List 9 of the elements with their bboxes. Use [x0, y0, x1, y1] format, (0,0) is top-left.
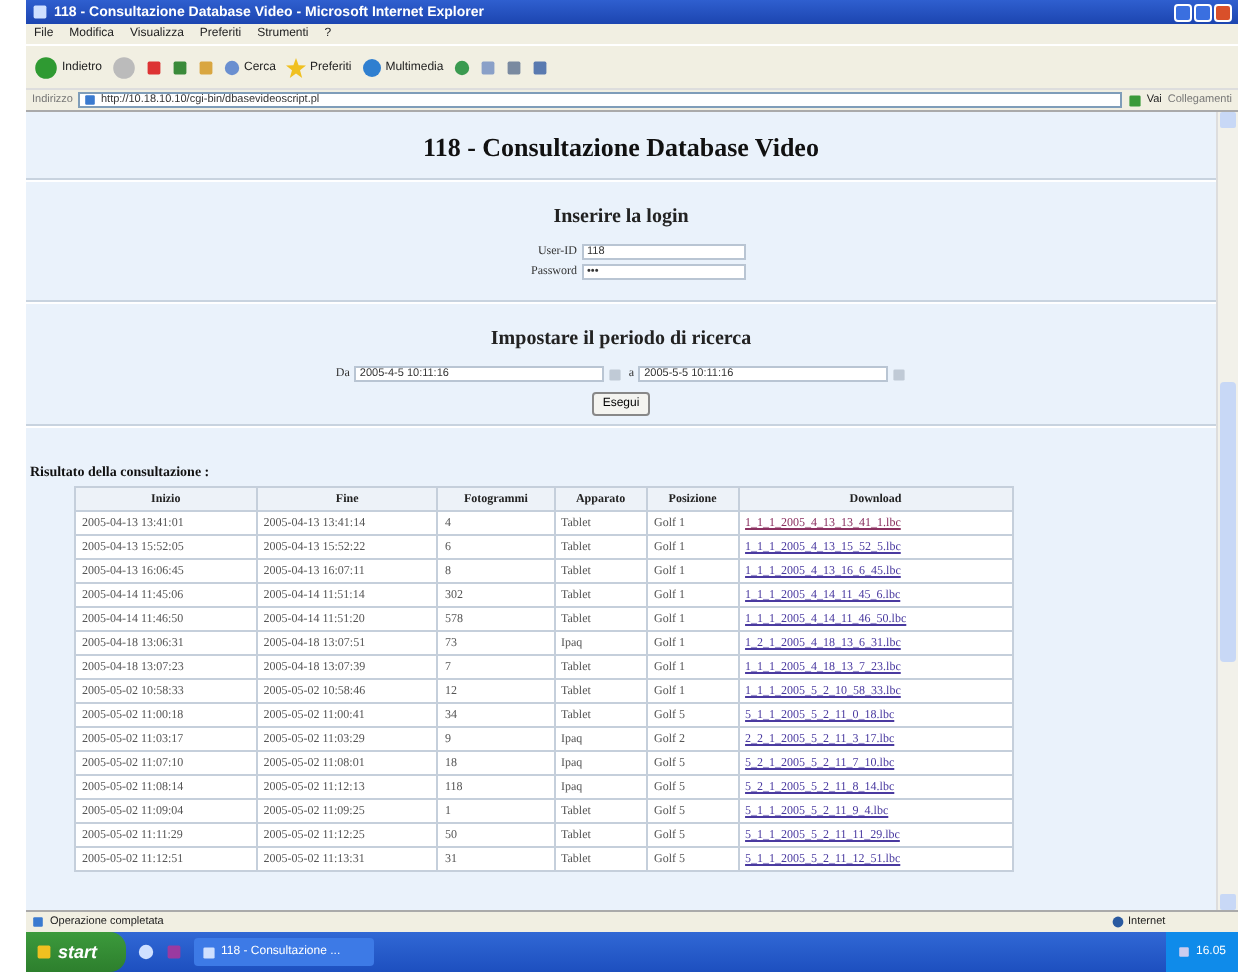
page-heading: 118 - Consultazione Database Video	[421, 132, 821, 164]
star-icon	[286, 57, 307, 77]
minimize-button[interactable]	[1174, 3, 1192, 21]
maximize-button[interactable]	[1194, 3, 1212, 21]
section-heading: Inserire la login	[553, 206, 689, 228]
scrollbar[interactable]	[1216, 112, 1238, 910]
close-button[interactable]	[1214, 3, 1232, 21]
start-button[interactable]: start	[26, 932, 126, 972]
section-heading: Impostare il periodo di ricerca	[490, 328, 752, 350]
